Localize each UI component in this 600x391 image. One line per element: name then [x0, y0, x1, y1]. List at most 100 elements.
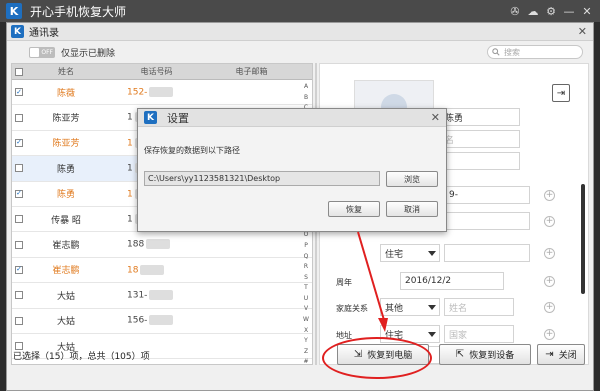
restore-button[interactable]: 恢复 [328, 201, 380, 217]
minimize-icon[interactable]: — [560, 0, 578, 22]
add-field-icon[interactable]: + [544, 216, 555, 227]
table-row[interactable]: ✓ 陈薇 152- [12, 80, 312, 106]
restore-to-computer-label: 恢复到电脑 [367, 351, 413, 361]
save-path-field[interactable]: C:\Users\yy1123581321\Desktop [144, 171, 380, 186]
app-title: 开心手机恢复大师 [30, 4, 127, 19]
family-name-field[interactable]: 姓名 [444, 298, 514, 316]
search-placeholder: 搜索 [504, 47, 520, 57]
close-button-icon: ⇥ [545, 349, 554, 360]
chat-bubble-icon[interactable]: ☁ [524, 0, 542, 22]
table-row[interactable]: 崔志鹏 188 [12, 232, 312, 258]
cancel-label: 取消 [404, 204, 420, 214]
contact-name: 崔志鹏 [52, 241, 80, 252]
dialog-title-bar: K 设置 [138, 109, 446, 127]
alphabet-letter[interactable]: W [303, 315, 309, 326]
browse-label: 浏览 [404, 174, 420, 184]
alphabet-letter[interactable]: B [304, 93, 308, 104]
add-address-icon[interactable]: + [544, 329, 555, 340]
detail-scrollbar[interactable] [581, 184, 585, 294]
add-phone-icon[interactable]: + [544, 190, 555, 201]
restore-to-device-button[interactable]: ⇱ 恢复到设备 [439, 344, 531, 365]
phone-partial: 9- [449, 190, 458, 200]
table-row[interactable]: 大姑 131- [12, 283, 312, 309]
alphabet-letter[interactable]: U [304, 294, 308, 305]
restore-device-icon: ⇱ [455, 349, 465, 360]
row-checkbox[interactable] [15, 316, 23, 325]
contacts-close-icon[interactable]: ✕ [578, 25, 587, 38]
alphabet-letter[interactable]: S [304, 273, 308, 284]
country-placeholder: 国家 [449, 330, 468, 341]
search-input[interactable]: 搜索 [487, 45, 583, 59]
alphabet-letter[interactable]: V [304, 304, 308, 315]
company-field[interactable] [440, 152, 520, 170]
only-deleted-toggle[interactable]: OFF [29, 46, 55, 58]
selection-status: 已选择（15）项，总共（105）项 [13, 351, 150, 362]
exit-detail-icon[interactable]: ⇥ [552, 84, 570, 102]
name-value: 陈勇 [445, 113, 464, 124]
family-type-value: 其他 [385, 303, 404, 314]
alphabet-letter[interactable]: R [304, 262, 308, 273]
row-checkbox[interactable] [15, 291, 23, 300]
close-icon[interactable]: ✕ [578, 0, 596, 22]
phone2-field[interactable] [444, 212, 530, 230]
phone-field[interactable]: 9- [444, 186, 530, 204]
contact-phone-text: 1 [127, 189, 133, 199]
restore-label: 恢复 [346, 204, 362, 214]
restore-computer-icon: ⇲ [353, 349, 363, 360]
address-type-select[interactable]: 住宅 [380, 325, 440, 343]
family-type-select[interactable]: 其他 [380, 298, 440, 316]
contact-phone-text: 156- [127, 315, 148, 326]
contact-phone-text: 152- [127, 87, 148, 98]
alphabet-letter[interactable]: A [304, 82, 308, 93]
address-type-value: 住宅 [385, 330, 404, 341]
header-name: 姓名 [58, 67, 74, 76]
name-field[interactable]: 陈勇 [440, 108, 520, 126]
anniversary-field[interactable]: 2016/12/2 [400, 272, 504, 290]
phone-type-select[interactable]: 住宅 [380, 244, 440, 262]
search-icon [492, 48, 500, 56]
add-date-icon[interactable]: + [544, 276, 555, 287]
table-row[interactable]: 大姑 156- [12, 309, 312, 334]
alphabet-letter[interactable]: Q [304, 252, 309, 263]
dialog-close-icon[interactable]: ✕ [431, 111, 440, 124]
row-checkbox[interactable] [15, 113, 23, 122]
row-checkbox[interactable]: ✓ [15, 88, 23, 97]
contact-phone: 152- [109, 86, 204, 98]
app-logo-icon: K [6, 3, 22, 19]
contact-phone: 131- [109, 290, 204, 301]
given-name-field[interactable]: 名 [440, 130, 520, 148]
email-field[interactable] [444, 244, 530, 262]
settings-icon[interactable]: ⚙ [542, 0, 560, 22]
contact-name: 陈勇 [56, 190, 75, 201]
alphabet-letter[interactable]: T [304, 283, 308, 294]
contact-phone-text: 188 [127, 239, 145, 250]
add-email-icon[interactable]: + [544, 248, 555, 259]
row-checkbox[interactable] [15, 215, 23, 224]
restore-to-computer-button[interactable]: ⇲ 恢复到电脑 [337, 344, 429, 365]
country-field[interactable]: 国家 [444, 325, 514, 343]
contact-phone-text: 1 [127, 138, 133, 149]
close-button[interactable]: ⇥ 关闭 [537, 344, 585, 365]
alphabet-letter[interactable]: X [304, 326, 308, 337]
contact-phone-text: 1 [127, 163, 133, 174]
select-all-checkbox[interactable] [15, 67, 23, 76]
row-checkbox[interactable]: ✓ [15, 265, 23, 274]
address-label: 地址 [336, 331, 352, 340]
contact-name: 大姑 [56, 291, 75, 302]
row-checkbox[interactable]: ✓ [15, 138, 23, 147]
row-checkbox[interactable]: ✓ [15, 189, 23, 198]
row-checkbox[interactable] [15, 240, 23, 249]
cancel-button[interactable]: 取消 [386, 201, 438, 217]
redacted-phone [140, 264, 165, 275]
only-deleted-label: 仅显示已删除 [61, 48, 116, 59]
alphabet-letter[interactable]: P [304, 241, 308, 252]
wechat-icon[interactable]: ✇ [506, 0, 524, 22]
add-family-icon[interactable]: + [544, 302, 555, 313]
browse-button[interactable]: 浏览 [386, 171, 438, 187]
table-row[interactable]: ✓ 崔志鹏 18 [12, 258, 312, 284]
row-checkbox[interactable] [15, 164, 23, 173]
redacted-phone [149, 290, 174, 301]
contact-name: 传暴 昭 [51, 215, 81, 226]
contacts-logo-icon: K [11, 25, 24, 38]
chevron-down-icon [428, 305, 436, 310]
